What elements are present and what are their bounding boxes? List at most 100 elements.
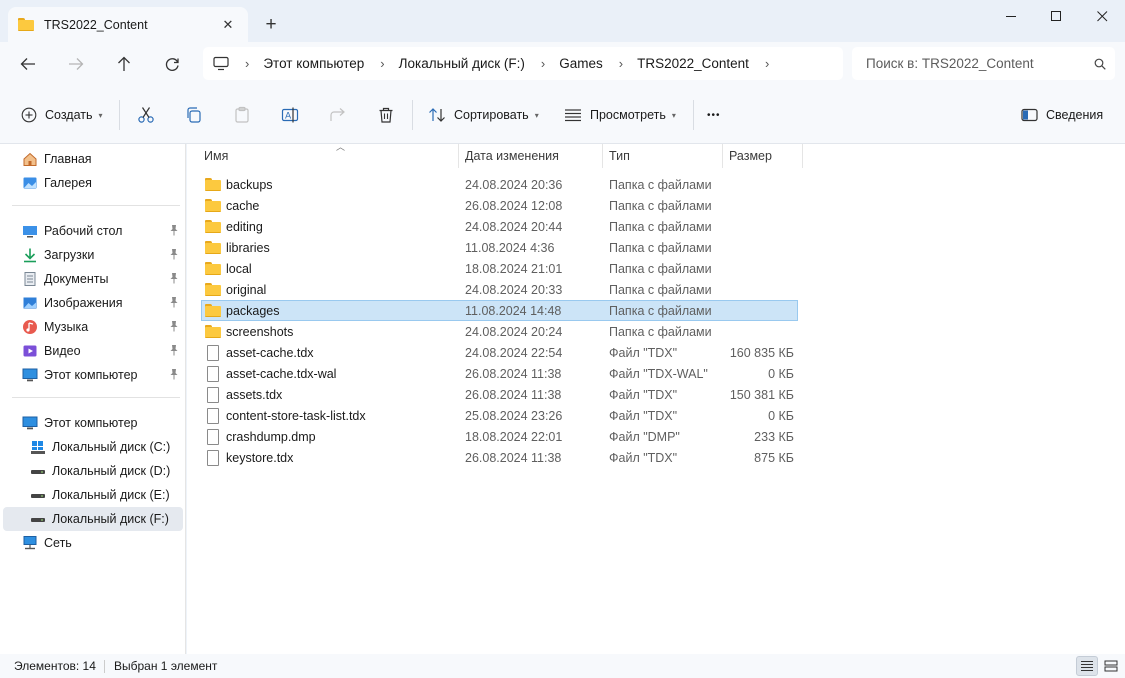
sidebar-item[interactable]: Рабочий стол xyxy=(3,219,183,243)
sidebar-item[interactable]: Изображения xyxy=(3,291,183,315)
paste-button[interactable] xyxy=(230,103,254,127)
music-icon xyxy=(22,319,38,335)
sidebar-item[interactable]: Локальный диск (C:) xyxy=(3,435,183,459)
details-view-button[interactable] xyxy=(1076,656,1098,676)
copy-button[interactable] xyxy=(182,103,206,127)
desktop-icon xyxy=(22,223,38,239)
sidebar-item[interactable]: Загрузки xyxy=(3,243,183,267)
pin-icon xyxy=(169,224,179,239)
sidebar-item[interactable]: Этот компьютер xyxy=(3,363,183,387)
sidebar-item[interactable]: Видео xyxy=(3,339,183,363)
file-row[interactable]: asset-cache.tdx 24.08.2024 22:54 Файл "TDX… xyxy=(201,342,798,363)
downloads-icon xyxy=(22,247,38,263)
file-type: Папка с файлами xyxy=(609,283,712,297)
up-button[interactable] xyxy=(107,50,141,78)
sidebar-item[interactable]: Документы xyxy=(3,267,183,291)
file-row[interactable]: crashdump.dmp 18.08.2024 22:01 Файл "DMP" 2… xyxy=(201,426,798,447)
maximize-button[interactable] xyxy=(1033,0,1079,32)
create-button[interactable]: Создать ▾ xyxy=(21,103,103,127)
file-size: 0 КБ xyxy=(768,409,794,423)
file-row[interactable]: content-store-task-list.tdx 25.08.2024 23… xyxy=(201,405,798,426)
file-name: editing xyxy=(226,220,263,234)
sidebar-item[interactable]: Локальный диск (F:) xyxy=(3,507,183,531)
column-header-type[interactable]: Тип xyxy=(603,144,722,168)
file-row[interactable]: backups 24.08.2024 20:36 Папка с файлами xyxy=(201,174,798,195)
sort-button[interactable]: Сортировать ▾ xyxy=(428,103,539,127)
column-header-size[interactable]: Размер xyxy=(723,144,802,168)
plus-circle-icon xyxy=(21,107,37,123)
drive-icon xyxy=(30,487,46,503)
file-row[interactable]: editing 24.08.2024 20:44 Папка с файлами xyxy=(201,216,798,237)
sidebar-item-label: Музыка xyxy=(44,320,89,334)
file-type: Папка с файлами xyxy=(609,199,712,213)
sidebar-item[interactable]: Сеть xyxy=(3,531,183,555)
file-row[interactable]: local 18.08.2024 21:01 Папка с файлами xyxy=(201,258,798,279)
sidebar-item[interactable]: Локальный диск (D:) xyxy=(3,459,183,483)
share-button[interactable] xyxy=(326,103,350,127)
breadcrumb-computer[interactable]: Этот компьютер xyxy=(263,56,364,71)
column-divider[interactable] xyxy=(802,144,803,168)
sidebar-item[interactable]: Главная xyxy=(3,147,183,171)
back-button[interactable] xyxy=(11,50,45,78)
refresh-button[interactable] xyxy=(155,50,189,78)
tab-title: TRS2022_Content xyxy=(44,17,148,32)
cut-button[interactable] xyxy=(134,103,158,127)
sidebar-item[interactable]: Музыка xyxy=(3,315,183,339)
forward-button[interactable] xyxy=(59,50,93,78)
file-row[interactable]: keystore.tdx 26.08.2024 11:38 Файл "TDX" 87… xyxy=(201,447,798,468)
file-row[interactable]: asset-cache.tdx-wal 26.08.2024 11:38 Файл … xyxy=(201,363,798,384)
close-window-button[interactable] xyxy=(1079,0,1125,32)
file-type: Файл "DMP" xyxy=(609,430,680,444)
sidebar-item-label: Рабочий стол xyxy=(44,224,123,238)
file-row[interactable]: packages 11.08.2024 14:48 Папка с файлами xyxy=(201,300,798,321)
breadcrumb-games[interactable]: Games xyxy=(559,56,603,71)
file-icon xyxy=(205,366,221,382)
sort-icon xyxy=(429,108,445,122)
search-input[interactable]: Поиск в: TRS2022_Content xyxy=(866,56,1085,71)
search-box[interactable]: Поиск в: TRS2022_Content xyxy=(852,47,1115,80)
file-row[interactable]: libraries 11.08.2024 4:36 Папка с файлами xyxy=(201,237,798,258)
file-row[interactable]: screenshots 24.08.2024 20:24 Папка с файла… xyxy=(201,321,798,342)
sidebar-item-label: Локальный диск (F:) xyxy=(52,512,169,526)
chevron-right-icon[interactable]: › xyxy=(619,56,623,71)
chevron-right-icon[interactable]: › xyxy=(245,56,249,71)
file-date: 26.08.2024 11:38 xyxy=(465,451,562,465)
scissors-icon xyxy=(138,107,154,123)
column-header-name[interactable]: Имя ︿ xyxy=(198,142,458,168)
sidebar-item[interactable]: Локальный диск (E:) xyxy=(3,483,183,507)
file-type: Файл "TDX" xyxy=(609,409,678,423)
file-row[interactable]: cache 26.08.2024 12:08 Папка с файлами xyxy=(201,195,798,216)
rename-button[interactable]: A xyxy=(278,103,302,127)
sidebar-item[interactable]: Галерея xyxy=(3,171,183,195)
tab-active[interactable]: TRS2022_Content ✕ xyxy=(8,7,248,42)
delete-button[interactable] xyxy=(374,103,398,127)
divider xyxy=(104,660,105,673)
pictures-icon xyxy=(22,295,38,311)
address-bar[interactable]: › Этот компьютер › Локальный диск (F:) ›… xyxy=(203,47,843,80)
sidebar-item-label: Этот компьютер xyxy=(44,416,138,430)
breadcrumb-trs2022-content[interactable]: TRS2022_Content xyxy=(637,56,749,71)
tiles-view-button[interactable] xyxy=(1100,656,1122,676)
file-size: 160 835 КБ xyxy=(729,346,794,360)
details-pane-button[interactable]: Сведения xyxy=(1021,103,1103,127)
view-button[interactable]: Просмотреть ▾ xyxy=(564,103,676,127)
file-size: 150 381 КБ xyxy=(729,388,794,402)
chevron-right-icon[interactable]: › xyxy=(765,56,769,71)
file-row[interactable]: original 24.08.2024 20:33 Папка с файлами xyxy=(201,279,798,300)
column-date-label: Дата изменения xyxy=(465,149,559,163)
computer-icon[interactable] xyxy=(213,56,229,71)
folder-icon xyxy=(205,324,221,340)
minimize-button[interactable] xyxy=(988,0,1034,32)
breadcrumb-drive-f[interactable]: Локальный диск (F:) xyxy=(399,56,525,71)
close-tab-icon[interactable]: ✕ xyxy=(218,15,238,35)
new-tab-button[interactable]: + xyxy=(258,12,284,38)
more-options-button[interactable]: ••• xyxy=(707,103,721,127)
sort-ascending-icon: ︿ xyxy=(336,142,346,152)
sidebar-item[interactable]: Этот компьютер xyxy=(3,411,183,435)
column-header-date[interactable]: Дата изменения xyxy=(459,144,602,168)
file-name: assets.tdx xyxy=(226,388,283,402)
file-row[interactable]: assets.tdx 26.08.2024 11:38 Файл "TDX" 150 … xyxy=(201,384,798,405)
chevron-right-icon[interactable]: › xyxy=(380,56,384,71)
chevron-right-icon[interactable]: › xyxy=(541,56,545,71)
arrow-left-icon xyxy=(20,58,35,70)
